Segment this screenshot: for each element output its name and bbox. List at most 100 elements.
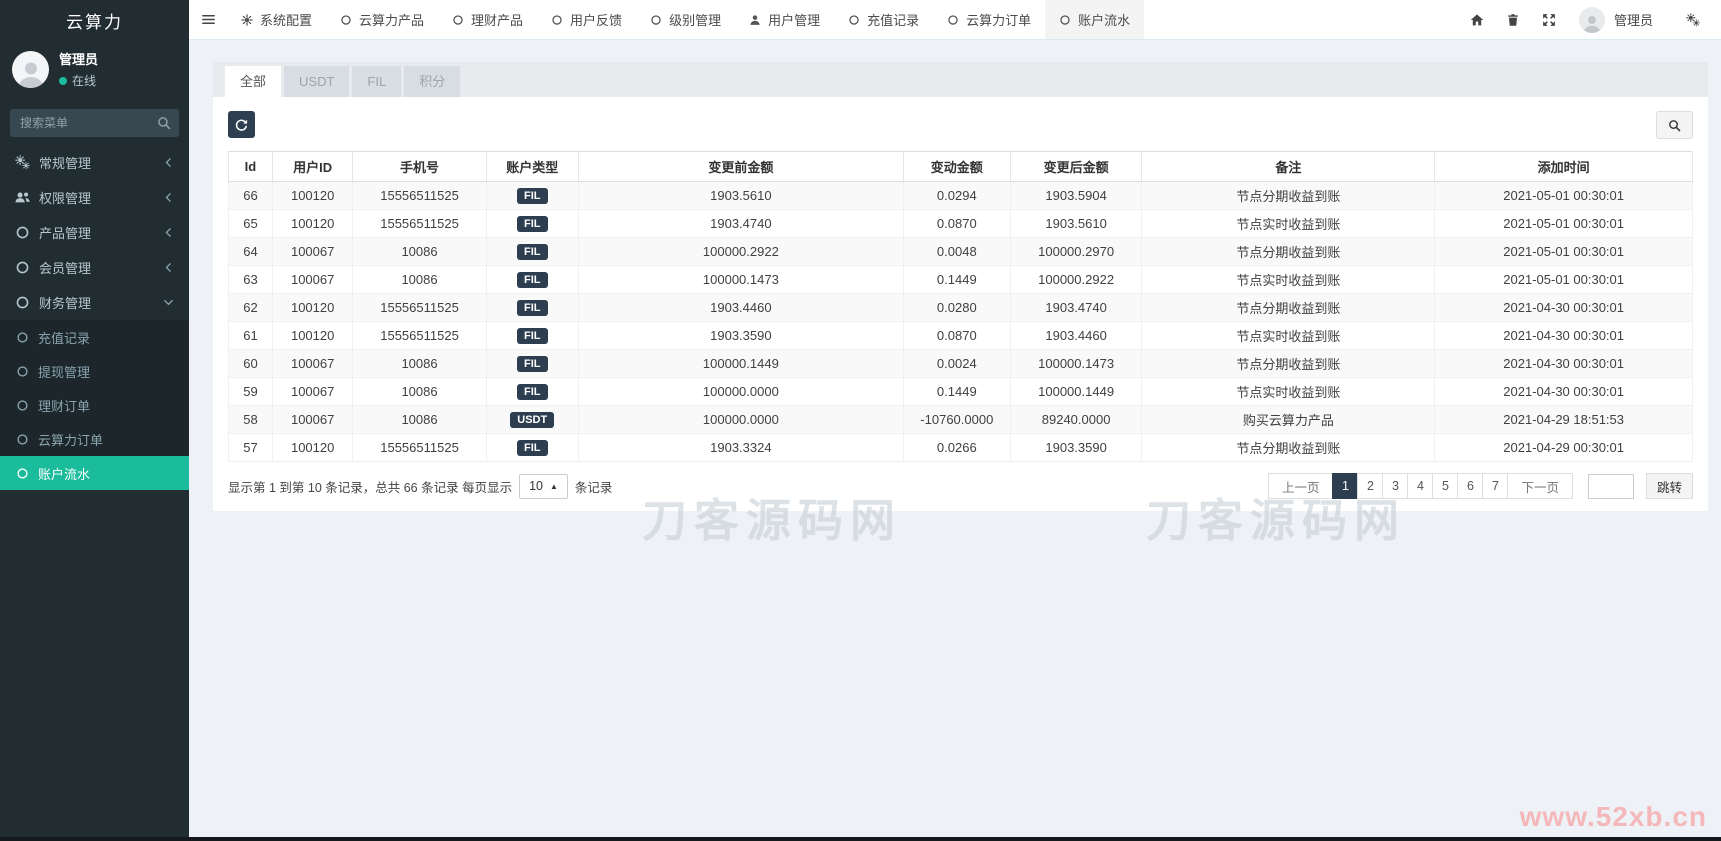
topnav-item[interactable]: 理财产品 bbox=[438, 0, 537, 39]
column-header[interactable]: Id bbox=[228, 151, 273, 182]
page-number-button[interactable]: 3 bbox=[1382, 473, 1409, 499]
sidebar-menu-item-label: 产品管理 bbox=[39, 226, 92, 241]
cell-change-amount: 0.0294 bbox=[902, 181, 1011, 210]
cell-change-amount: 0.0024 bbox=[902, 349, 1011, 378]
page-number-button[interactable]: 5 bbox=[1432, 473, 1459, 499]
cell-user-id: 100067 bbox=[271, 405, 354, 434]
table-row: 58 100067 10086 USDT 100000.0000 -10760.… bbox=[228, 405, 1693, 434]
sidebar-submenu-item[interactable]: 理财订单 bbox=[0, 388, 189, 422]
sidebar-menu-item[interactable]: 产品管理 bbox=[0, 215, 189, 250]
page-number-button[interactable]: 4 bbox=[1407, 473, 1434, 499]
filter-tab[interactable]: 积分 bbox=[404, 66, 461, 97]
admin-avatar[interactable] bbox=[1578, 6, 1605, 33]
topnav-item[interactable]: 云算力产品 bbox=[326, 0, 438, 39]
cell-after-amount: 100000.1449 bbox=[1009, 377, 1143, 406]
sidebar-submenu-item-label: 云算力订单 bbox=[38, 432, 104, 448]
trash-icon[interactable] bbox=[1495, 0, 1531, 40]
sidebar-submenu-item[interactable]: 提现管理 bbox=[0, 354, 189, 388]
cell-account-type: FIL bbox=[485, 237, 579, 266]
cell-change-amount: 0.0870 bbox=[902, 321, 1011, 350]
column-header[interactable]: 账户类型 bbox=[485, 151, 579, 182]
cell-account-type: FIL bbox=[485, 293, 579, 322]
account-type-badge: FIL bbox=[517, 188, 548, 204]
table-row: 57 100120 15556511525 FIL 1903.3324 0.02… bbox=[228, 433, 1693, 462]
user-name: 管理员 bbox=[59, 52, 99, 67]
cell-change-amount: 0.1449 bbox=[902, 377, 1011, 406]
topnav-item-label: 云算力订单 bbox=[966, 13, 1032, 28]
pagination: 显示第 1 到第 10 条记录，总共 66 条记录 每页显示 10 ▲ 条记录 … bbox=[228, 473, 1693, 499]
jump-page-input[interactable] bbox=[1587, 473, 1634, 499]
sidebar-menu-item[interactable]: 常规管理 bbox=[0, 145, 189, 180]
home-icon[interactable] bbox=[1459, 0, 1495, 40]
filter-tab[interactable]: USDT bbox=[284, 66, 350, 97]
column-header[interactable]: 手机号 bbox=[352, 151, 487, 182]
next-page-button[interactable]: 下一页 bbox=[1507, 473, 1573, 499]
topnav-item[interactable]: 级别管理 bbox=[636, 0, 735, 39]
column-header[interactable]: 变更后金额 bbox=[1009, 151, 1143, 182]
column-header[interactable]: 变动金额 bbox=[902, 151, 1011, 182]
topnav-item[interactable]: 用户反馈 bbox=[537, 0, 636, 39]
cell-before-amount: 1903.3324 bbox=[577, 433, 904, 462]
cell-change-amount: -10760.0000 bbox=[902, 405, 1011, 434]
sidebar-menu-item[interactable]: 权限管理 bbox=[0, 180, 189, 215]
page-buttons: 1234567 bbox=[1332, 473, 1509, 499]
user-icon bbox=[749, 14, 761, 26]
sidebar-submenu-item[interactable]: 充值记录 bbox=[0, 320, 189, 354]
cell-user-id: 100120 bbox=[271, 209, 354, 238]
cell-change-amount: 0.0048 bbox=[902, 237, 1011, 266]
sidebar-submenu-item[interactable]: 账户流水 bbox=[0, 456, 189, 490]
page-number-button[interactable]: 2 bbox=[1357, 473, 1384, 499]
cell-phone: 10086 bbox=[352, 405, 487, 434]
records-table: Id 用户ID 手机号 账户类型 变更前金额 变动金额 变更后金额 备注 添加时间 66 100… bbox=[228, 151, 1693, 462]
prev-page-button[interactable]: 上一页 bbox=[1267, 473, 1334, 499]
column-header[interactable]: 用户ID bbox=[271, 151, 354, 182]
page-size-select[interactable]: 10 ▲ bbox=[519, 473, 568, 499]
cell-user-id: 100067 bbox=[271, 349, 354, 378]
main-content: 全部 USDT FIL 积分 Id 用户ID 手机号 账户类型 变更前金额 变动金额 变更后金额备… bbox=[189, 40, 1721, 511]
cell-remark: 节点实时收益到账 bbox=[1141, 265, 1436, 294]
topnav-item[interactable]: 账户流水 bbox=[1045, 0, 1145, 39]
fullscreen-icon[interactable] bbox=[1531, 0, 1567, 40]
admin-name[interactable]: 管理员 bbox=[1614, 10, 1653, 29]
column-header[interactable]: 添加时间 bbox=[1434, 151, 1693, 182]
refresh-button[interactable] bbox=[228, 111, 255, 138]
cell-id: 59 bbox=[228, 377, 273, 406]
chevron-left-icon bbox=[163, 192, 174, 203]
filter-tab[interactable]: FIL bbox=[352, 66, 402, 97]
topnav-item[interactable]: 充值记录 bbox=[834, 0, 933, 39]
table-search-toggle-button[interactable] bbox=[1656, 111, 1693, 139]
hamburger-icon[interactable] bbox=[189, 0, 227, 39]
cell-id: 61 bbox=[228, 321, 273, 350]
topnav-item[interactable]: 云算力订单 bbox=[933, 0, 1045, 39]
search-icon[interactable] bbox=[157, 116, 171, 130]
cell-time: 2021-05-01 00:30:01 bbox=[1434, 181, 1693, 210]
page-number-button[interactable]: 6 bbox=[1457, 473, 1484, 499]
sidebar-menu-item[interactable]: 会员管理 bbox=[0, 250, 189, 285]
circle-icon bbox=[16, 467, 29, 480]
sidebar-submenu-item[interactable]: 云算力订单 bbox=[0, 422, 189, 456]
jump-button[interactable]: 跳转 bbox=[1645, 473, 1693, 499]
cogs-icon[interactable] bbox=[1675, 0, 1711, 40]
cell-account-type: FIL bbox=[485, 321, 579, 350]
circle-icon bbox=[16, 399, 29, 412]
cell-remark: 节点实时收益到账 bbox=[1141, 321, 1436, 350]
cell-time: 2021-04-30 00:30:01 bbox=[1434, 321, 1693, 350]
account-type-badge: FIL bbox=[517, 244, 548, 260]
filter-tab[interactable]: 全部 bbox=[225, 66, 282, 97]
topnav-item[interactable]: 系统配置 bbox=[227, 0, 326, 39]
column-header[interactable]: 备注 bbox=[1141, 151, 1436, 182]
account-type-badge: FIL bbox=[517, 272, 548, 288]
menu-search-input[interactable] bbox=[10, 109, 179, 137]
user-avatar bbox=[12, 50, 49, 88]
sidebar-menu-item[interactable]: 财务管理 bbox=[0, 285, 189, 320]
page-number-button[interactable]: 7 bbox=[1482, 473, 1509, 499]
page-size-value: 10 bbox=[529, 479, 543, 493]
cell-after-amount: 1903.5904 bbox=[1009, 181, 1143, 210]
filter-tabs: 全部 USDT FIL 积分 bbox=[213, 62, 1708, 97]
column-header[interactable]: 变更前金额 bbox=[577, 151, 904, 182]
topnav-item[interactable]: 用户管理 bbox=[735, 0, 834, 39]
cell-before-amount: 1903.4460 bbox=[577, 293, 904, 322]
topnav-item-label: 用户反馈 bbox=[570, 13, 623, 28]
cell-account-type: USDT bbox=[485, 405, 579, 434]
page-number-button[interactable]: 1 bbox=[1332, 473, 1359, 499]
